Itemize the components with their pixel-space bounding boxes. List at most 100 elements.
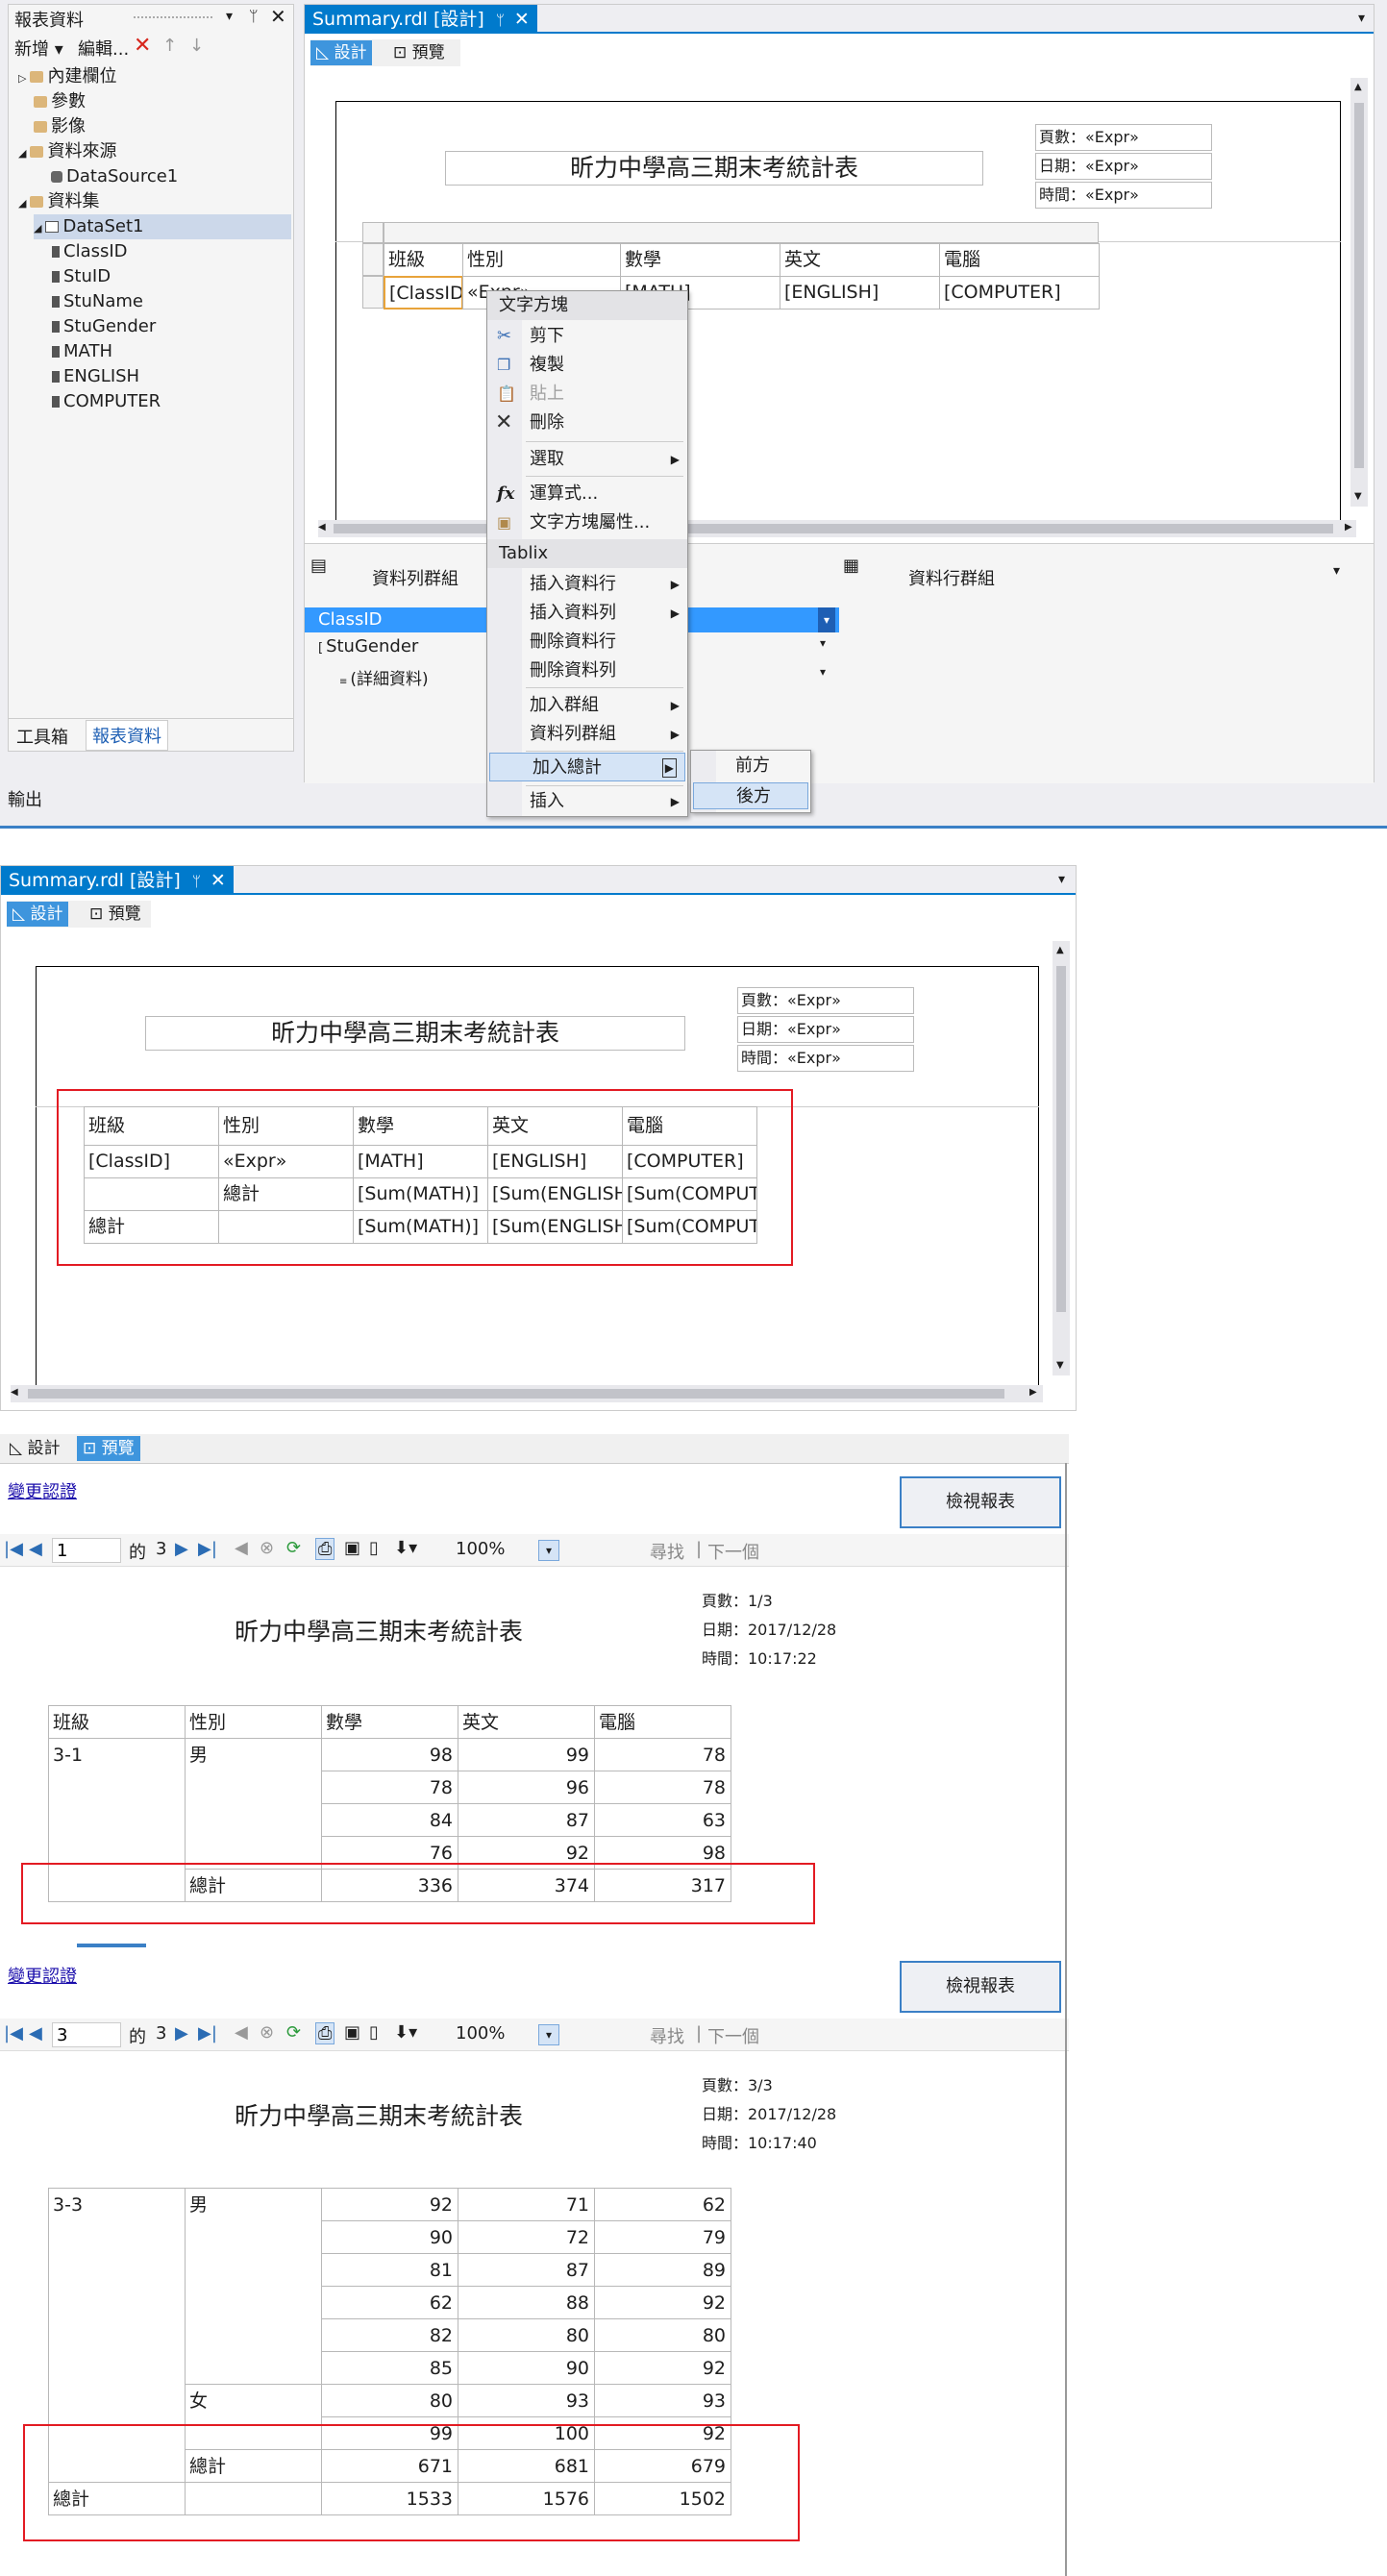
zoom-value[interactable]: 100% [456,1539,505,1559]
time-textbox[interactable]: 時間：«Expr» [737,1045,914,1072]
new-menu-button[interactable]: 新增 ▾ [14,36,63,61]
first-page-icon[interactable]: |◀ [4,1539,23,1559]
header-cell[interactable]: 英文 [780,243,940,277]
submenu-item-before[interactable]: 前方 [693,753,808,780]
export-icon[interactable]: ⬇▾ [394,2022,417,2043]
menu-item-delete[interactable]: ✕ 刪除 [487,409,687,437]
header-cell[interactable]: 數學 [620,243,780,277]
scroll-thumb[interactable] [334,524,1333,533]
scroll-down-icon[interactable]: ▼ [1056,1360,1064,1371]
document-dropdown-icon[interactable]: ▾ [1358,11,1365,26]
page-number-textbox[interactable]: 頁數：«Expr» [1035,124,1212,151]
submenu-item-after[interactable]: 後方 [693,782,808,809]
find-button[interactable]: 尋找 [650,2023,684,2048]
tab-preview[interactable]: ⊡ 預覽 [84,902,147,927]
tree-dataset1[interactable]: ◢ DataSet1 [34,214,291,239]
find-next-button[interactable]: 下一個 [707,1539,759,1564]
scroll-thumb[interactable] [1056,966,1066,1312]
scroll-down-icon[interactable]: ▼ [1354,491,1362,502]
scroll-thumb[interactable] [1354,103,1364,468]
view-report-button[interactable]: 檢視報表 [900,1961,1061,2013]
tree-images[interactable]: 影像 [34,114,86,139]
header-cell[interactable]: 班級 [384,243,463,277]
horizontal-scrollbar[interactable]: ◀ ▶ [318,520,1356,537]
output-tab[interactable]: 輸出 [8,786,42,811]
scroll-left-icon[interactable]: ◀ [11,1387,18,1398]
tree-field-computer[interactable]: COMPUTER [49,389,161,414]
tree-field-math[interactable]: MATH [49,339,112,364]
group-dropdown-icon[interactable]: ▾ [818,607,835,632]
pin-icon[interactable]: ᛘ [249,7,259,25]
tree-field-stuid[interactable]: StuID [49,264,111,289]
last-page-icon[interactable]: ▶| [198,2023,217,2043]
tab-report-data[interactable]: 報表資料 [86,720,168,751]
group-stugender[interactable]: [StuGender [318,636,418,656]
date-textbox[interactable]: 日期：«Expr» [737,1016,914,1043]
report-title-textbox[interactable]: 昕力中學高三期末考統計表 [145,1016,685,1051]
view-report-button[interactable]: 檢視報表 [900,1476,1061,1528]
header-row-handle[interactable] [362,243,384,276]
prev-page-icon[interactable]: ◀ [29,1539,42,1559]
print-icon[interactable]: ⎙ [315,2022,335,2044]
pin-icon[interactable]: ᛘ [496,12,505,29]
horizontal-scrollbar[interactable]: ◀ ▶ [11,1385,1043,1402]
page-setup-icon[interactable]: ▯ [369,1538,379,1558]
print-icon[interactable]: ⎙ [315,1538,335,1560]
scroll-left-icon[interactable]: ◀ [318,522,326,533]
detail-cell[interactable]: [ClassID] [384,276,463,310]
menu-item-select[interactable]: 選取 ▶ [487,445,687,474]
group-dropdown-icon[interactable]: ▾ [820,636,826,650]
change-credentials-link[interactable]: 變更認證 [8,1478,77,1503]
page-number-input[interactable] [52,2022,121,2047]
tab-preview[interactable]: ⊡ 預覽 [387,40,451,65]
refresh-icon[interactable]: ⟳ [286,2022,301,2043]
menu-item-textbox-properties[interactable]: ▣ 文字方塊屬性... [487,508,687,537]
first-page-icon[interactable]: |◀ [4,2023,23,2043]
tree-datasource1[interactable]: DataSource1 [51,164,178,189]
tree-builtin-fields[interactable]: ▷ 內建欄位 [18,64,116,89]
scroll-right-icon[interactable]: ▶ [1345,522,1352,533]
menu-item-add-total[interactable]: 加入總計 ▶ [489,753,685,781]
zoom-value[interactable]: 100% [456,2023,505,2043]
date-textbox[interactable]: 日期：«Expr» [1035,153,1212,180]
document-tab[interactable]: Summary.rdl [設計] ᛘ ✕ [1,866,234,895]
panel-dropdown-icon[interactable]: ▾ [226,9,233,24]
menu-item-insert-row[interactable]: 插入資料行 ▶ [487,570,687,599]
page-number-textbox[interactable]: 頁數：«Expr» [737,987,914,1014]
group-details[interactable]: ≡ (詳細資料) [339,665,429,689]
tree-field-stuname[interactable]: StuName [49,289,143,314]
close-icon[interactable]: ✕ [514,9,530,30]
close-icon[interactable]: ✕ [211,870,226,891]
back-icon[interactable]: ◀ [235,1538,248,1558]
menu-item-insert[interactable]: 插入 ▶ [487,787,687,816]
stop-icon[interactable]: ⊗ [260,2022,274,2043]
prev-page-icon[interactable]: ◀ [29,2023,42,2043]
tab-design[interactable]: ◺ 設計 [4,1436,65,1461]
print-layout-icon[interactable]: ▣ [344,2022,360,2043]
document-tab[interactable]: Summary.rdl [設計] ᛘ ✕ [305,5,537,34]
tab-toolbox[interactable]: 工具箱 [16,724,68,749]
menu-item-insert-column[interactable]: 插入資料列 ▶ [487,599,687,628]
last-page-icon[interactable]: ▶| [198,1539,217,1559]
scroll-thumb[interactable] [28,1389,1004,1399]
tablix-corner-handle[interactable] [362,222,384,243]
menu-item-delete-row[interactable]: 刪除資料行 [487,628,687,656]
scroll-up-icon[interactable]: ▲ [1056,945,1064,955]
tree-field-stugender[interactable]: StuGender [49,314,156,339]
page-setup-icon[interactable]: ▯ [369,2022,379,2043]
tab-design[interactable]: ◺ 設計 [7,902,69,927]
menu-item-cut[interactable]: ✂ 剪下 [487,322,687,351]
column-handles[interactable] [384,222,1099,243]
next-page-icon[interactable]: ▶ [175,1539,188,1559]
menu-item-add-group[interactable]: 加入群組 ▶ [487,691,687,720]
refresh-icon[interactable]: ⟳ [286,1538,301,1558]
tree-parameters[interactable]: 參數 [34,89,86,114]
document-dropdown-icon[interactable]: ▾ [1058,872,1065,887]
scroll-right-icon[interactable]: ▶ [1029,1387,1037,1398]
report-title-textbox[interactable]: 昕力中學高三期末考統計表 [445,151,983,186]
menu-item-expression[interactable]: fx 運算式... [487,480,687,508]
header-cell[interactable]: 電腦 [939,243,1100,277]
menu-item-copy[interactable]: ❐ 複製 [487,351,687,380]
page-number-input[interactable] [52,1538,121,1563]
zoom-dropdown-icon[interactable]: ▾ [538,2024,559,2045]
